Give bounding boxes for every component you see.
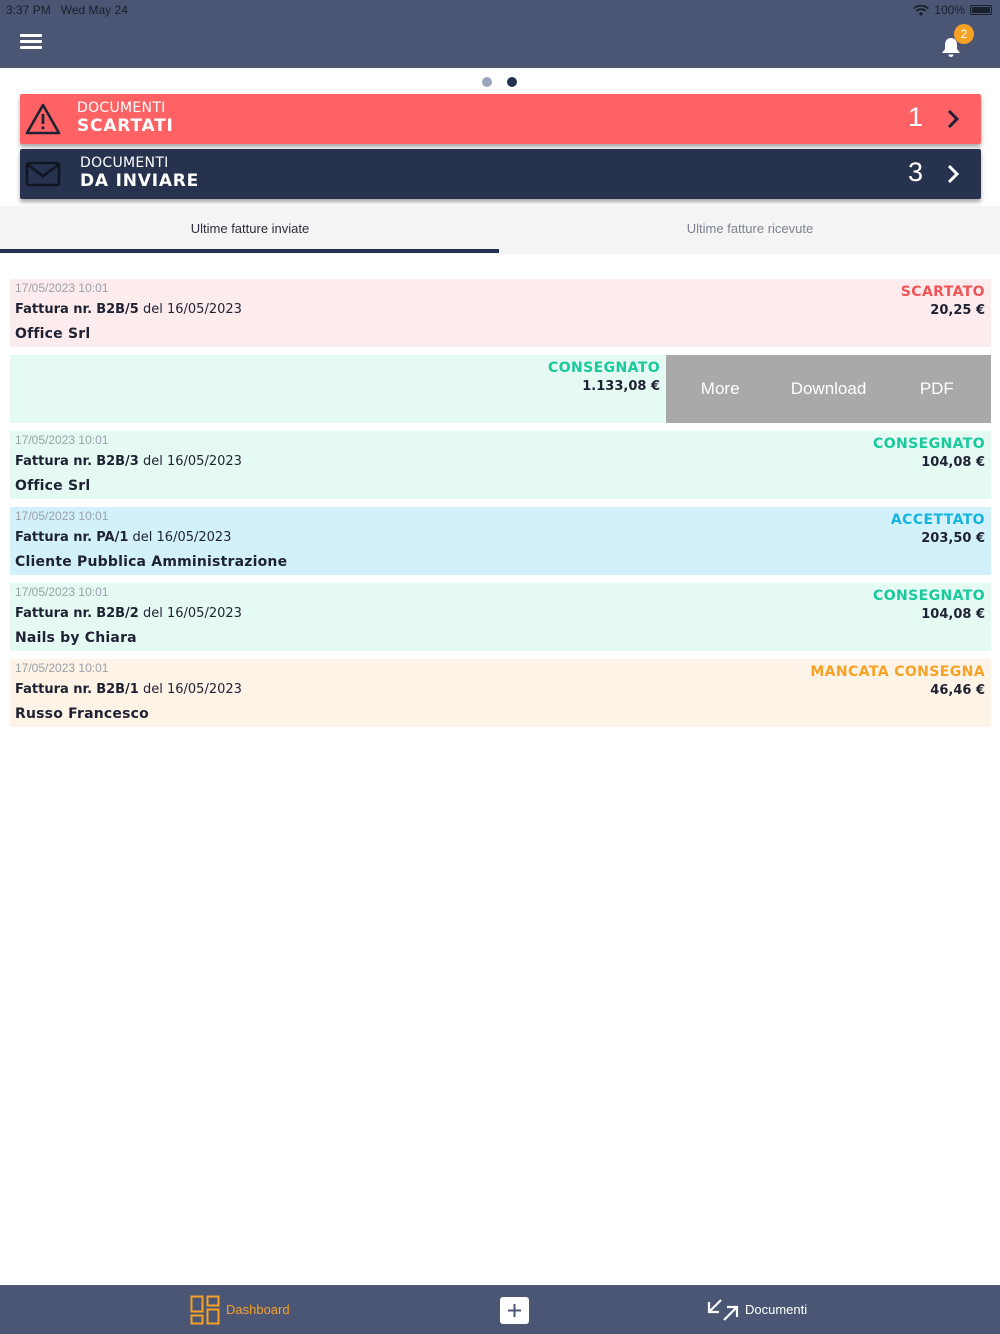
invoice-row[interactable]: 17/05/2023 10:01 Fattura nr. B2B/1 del 1… [10,659,991,727]
invoice-row-content[interactable]: CONSEGNATO 1.133,08 € [10,355,666,423]
nav-documenti-label: Documenti [745,1302,808,1317]
active-tab-indicator [0,249,499,253]
invoice-prefix: Fattura nr. [15,454,93,469]
invoice-customer: Nails by Chiara [15,630,137,646]
card-label-line1: DOCUMENTI [77,100,166,116]
card-label-line2: SCARTATI [77,116,174,136]
battery-icon [970,5,992,15]
status-badge: ACCETTATO [890,512,985,528]
warning-icon [25,103,61,135]
invoice-amount: 46,46 € [930,683,985,698]
invoice-id: B2B/1 [96,682,139,697]
invoice-date: 17/05/2023 10:01 [15,585,109,599]
invoice-prefix: Fattura nr. [15,682,93,697]
pdf-button[interactable]: PDF [883,379,991,399]
card-documenti-scartati[interactable]: DOCUMENTI SCARTATI 1 [20,94,981,144]
invoice-row-swiped[interactable]: CONSEGNATO 1.133,08 € More Download PDF [10,355,991,423]
invoice-issue-date: del 16/05/2023 [132,530,232,545]
invoice-amount: 203,50 € [921,531,985,546]
invoice-date: 17/05/2023 10:01 [15,433,109,447]
invoice-number: Fattura nr. B2B/2 del 16/05/2023 [15,606,242,621]
tab-ultime-fatture-inviate[interactable]: Ultime fatture inviate [0,206,500,254]
carousel-dot-active[interactable] [507,77,517,87]
status-badge: SCARTATO [900,284,985,300]
dashboard-icon [190,1295,220,1324]
tab-ultime-fatture-ricevute[interactable]: Ultime fatture ricevute [500,206,1000,254]
invoice-issue-date: del 16/05/2023 [142,454,242,469]
invoice-row[interactable]: 17/05/2023 10:01 Fattura nr. B2B/2 del 1… [10,583,991,651]
plus-icon [508,1304,521,1317]
invoice-id: B2B/5 [96,302,139,317]
nav-dashboard-label: Dashboard [226,1302,290,1317]
invoice-id: PA/1 [96,530,129,545]
invoice-number: Fattura nr. B2B/5 del 16/05/2023 [15,302,242,317]
invoice-prefix: Fattura nr. [15,302,93,317]
invoice-number: Fattura nr. B2B/1 del 16/05/2023 [15,682,242,697]
status-indicators: 100% [913,3,992,17]
invoice-customer: Russo Francesco [15,706,149,722]
battery-percent: 100% [934,3,965,17]
card-count: 1 [908,102,924,132]
invoice-id: B2B/2 [96,606,139,621]
invoice-date: 17/05/2023 10:01 [15,661,109,675]
invoice-customer: Office Srl [15,478,91,494]
invoice-date: 17/05/2023 10:01 [15,509,109,523]
invoice-amount: 1.133,08 € [582,379,660,394]
invoice-row[interactable]: 17/05/2023 10:01 Fattura nr. PA/1 del 16… [10,507,991,575]
card-label-line2: DA INVIARE [80,171,200,191]
invoice-row[interactable]: 17/05/2023 10:01 Fattura nr. B2B/5 del 1… [10,279,991,347]
add-button[interactable] [500,1297,529,1324]
swap-arrows-icon [707,1298,739,1321]
card-documenti-da-inviare[interactable]: DOCUMENTI DA INVIARE 3 [20,149,981,199]
invoice-row[interactable]: 17/05/2023 10:01 Fattura nr. B2B/3 del 1… [10,431,991,499]
invoice-customer: Office Srl [15,326,91,342]
status-time-text: 3:37 PM [6,3,51,17]
invoice-amount: 104,08 € [921,607,985,622]
more-button[interactable]: More [666,379,774,399]
nav-documenti[interactable]: Documenti [707,1285,807,1334]
download-button[interactable]: Download [774,379,882,399]
invoice-number: Fattura nr. B2B/3 del 16/05/2023 [15,454,242,469]
invoice-amount: 20,25 € [930,303,985,318]
invoice-amount: 104,08 € [921,455,985,470]
chevron-right-icon [947,109,960,129]
card-count: 3 [908,157,924,187]
invoice-date: 17/05/2023 10:01 [15,281,109,295]
status-badge: CONSEGNATO [873,588,985,604]
wifi-icon [913,4,929,16]
carousel-dots [482,77,517,87]
swipe-actions: More Download PDF [666,355,991,423]
envelope-icon [25,161,61,187]
chevron-right-icon [947,164,960,184]
status-badge: CONSEGNATO [873,436,985,452]
invoice-id: B2B/3 [96,454,139,469]
carousel-dot[interactable] [482,77,492,87]
invoice-prefix: Fattura nr. [15,530,93,545]
invoice-issue-date: del 16/05/2023 [142,606,242,621]
status-time: 3:37 PM Wed May 24 [6,3,128,17]
notification-badge: 2 [954,24,974,44]
nav-dashboard[interactable]: Dashboard [190,1285,290,1334]
invoice-prefix: Fattura nr. [15,606,93,621]
invoice-tabs: Ultime fatture inviate Ultime fatture ri… [0,206,1000,254]
card-label-line1: DOCUMENTI [80,155,169,171]
top-bar: 3:37 PM Wed May 24 100% 2 [0,0,1000,68]
invoice-customer: Cliente Pubblica Amministrazione [15,554,288,570]
invoice-issue-date: del 16/05/2023 [142,302,242,317]
status-date-text: Wed May 24 [60,3,128,17]
invoice-number: Fattura nr. PA/1 del 16/05/2023 [15,530,231,545]
status-badge: CONSEGNATO [548,360,660,376]
invoice-issue-date: del 16/05/2023 [142,682,242,697]
status-badge: MANCATA CONSEGNA [810,664,985,680]
menu-icon[interactable] [20,34,42,50]
